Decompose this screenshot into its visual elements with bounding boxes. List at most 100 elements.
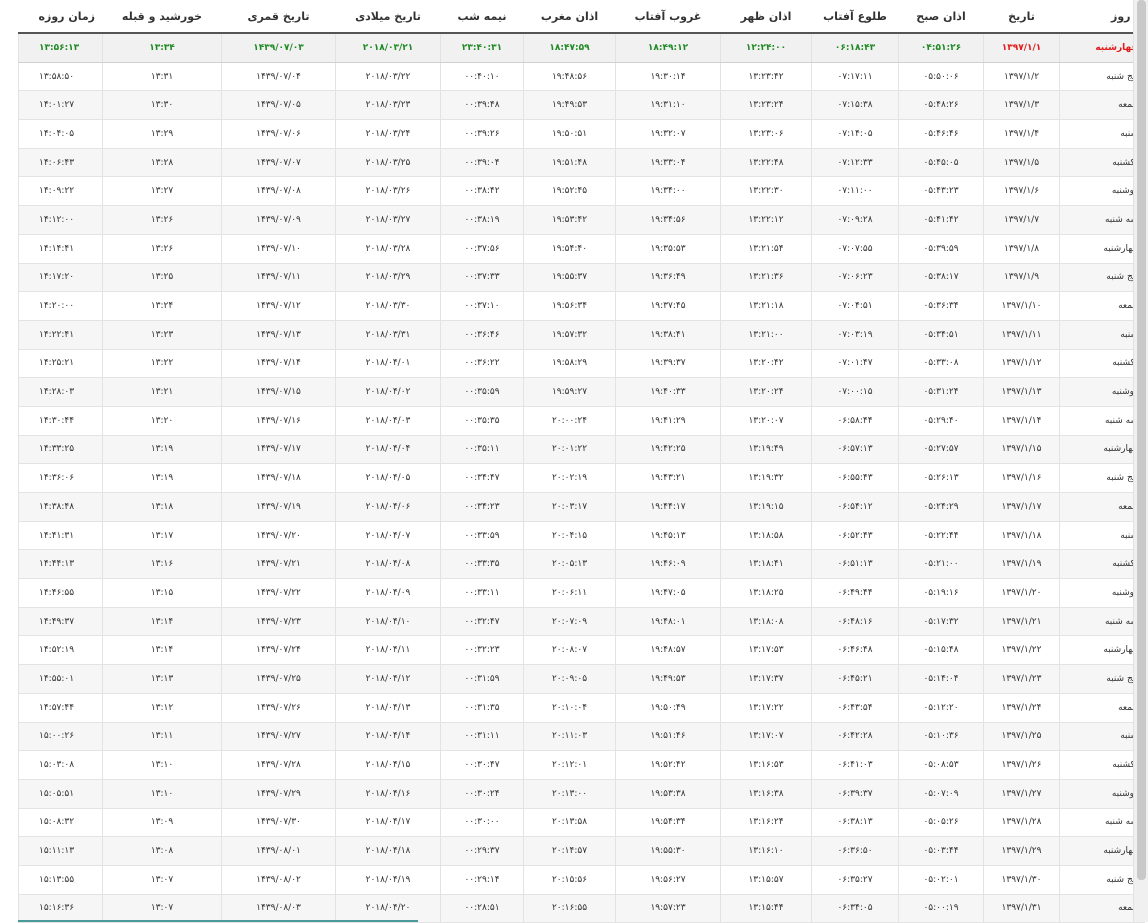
cell-sunrise: ۰۷:۱۵:۳۸	[811, 90, 899, 121]
cell-day: یکشنبه	[1059, 348, 1145, 379]
table-row: جمعه ۱۳۹۷/۱/۱۷ ۰۵:۲۴:۲۹ ۰۶:۵۴:۱۲ ۱۳:۱۹:۱۵ ۱۹:…	[18, 492, 1145, 522]
table-row-today: چهارشنبه ۱۳۹۷/۱/۱ ۰۴:۵۱:۲۶ ۰۶:۱۸:۴۳ ۱۲:۲۴:۰۰…	[18, 32, 1145, 63]
cell-date: ۱۳۹۷/۱/۳۱	[983, 893, 1060, 923]
cell-sun-qibla: ۱۳:۱۵	[102, 578, 222, 608]
cell-hijri: ۱۴۳۹/۰۷/۲۳	[221, 606, 336, 637]
cell-fasting: ۱۳:۵۶:۱۳	[18, 32, 103, 63]
vertical-scrollbar[interactable]	[1133, 0, 1148, 922]
cell-gregorian: ۲۰۱۸/۰۴/۱۶	[335, 778, 441, 809]
cell-gregorian: ۲۰۱۸/۰۳/۲۱	[335, 32, 441, 63]
cell-fajr: ۰۵:۲۴:۲۹	[898, 492, 984, 522]
cell-sunrise: ۰۶:۵۷:۱۳	[811, 434, 899, 465]
cell-maghrib: ۲۰:۰۲:۱۹	[523, 463, 616, 493]
cell-dhuhr: ۱۳:۱۸:۵۸	[720, 520, 812, 551]
cell-fasting: ۱۴:۵۲:۱۹	[18, 635, 103, 666]
cell-fajr: ۰۵:۱۰:۳۶	[898, 721, 984, 752]
cell-hijri: ۱۴۳۹/۰۷/۲۸	[221, 750, 336, 780]
cell-maghrib: ۲۰:۱۴:۵۷	[523, 836, 616, 866]
cell-sunrise: ۰۶:۳۸:۱۳	[811, 807, 899, 838]
cell-midnight: ۰۰:۳۷:۳۳	[440, 262, 524, 293]
cell-dhuhr: ۱۳:۲۰:۰۷	[720, 405, 812, 436]
cell-sunset: ۱۹:۵۷:۲۳	[615, 893, 721, 923]
cell-midnight: ۰۰:۳۴:۲۳	[440, 492, 524, 522]
cell-hijri: ۱۴۳۹/۰۷/۰۹	[221, 205, 336, 235]
cell-day: یکشنبه	[1059, 549, 1145, 580]
cell-gregorian: ۲۰۱۸/۰۳/۳۰	[335, 291, 441, 321]
table-row: چهارشنبه ۱۳۹۷/۱/۱۵ ۰۵:۲۷:۵۷ ۰۶:۵۷:۱۳ ۱۳:۱۹:۴…	[18, 434, 1145, 465]
cell-fasting: ۱۴:۵۷:۴۴	[18, 692, 103, 723]
cell-sun-qibla: ۱۳:۲۷	[102, 176, 222, 207]
cell-midnight: ۰۰:۳۸:۱۹	[440, 205, 524, 235]
cell-midnight: ۰۰:۳۲:۲۳	[440, 635, 524, 666]
cell-sunset: ۱۹:۴۲:۲۵	[615, 434, 721, 465]
cell-hijri: ۱۴۳۹/۰۷/۰۳	[221, 32, 336, 63]
cell-sun-qibla: ۱۳:۰۹	[102, 807, 222, 838]
cell-dhuhr: ۱۳:۱۸:۰۸	[720, 606, 812, 637]
scrollbar-thumb[interactable]	[1137, 0, 1146, 880]
cell-gregorian: ۲۰۱۸/۰۴/۰۵	[335, 463, 441, 493]
cell-maghrib: ۲۰:۱۶:۵۵	[523, 893, 616, 923]
table-row: پنج شنبه ۱۳۹۷/۱/۲۳ ۰۵:۱۴:۰۴ ۰۶:۴۵:۲۱ ۱۳:۱۷:۳…	[18, 664, 1145, 694]
header-date: تاریخ	[983, 0, 1060, 34]
cell-date: ۱۳۹۷/۱/۸	[983, 233, 1060, 264]
cell-dhuhr: ۱۳:۲۱:۵۴	[720, 233, 812, 264]
cell-sunset: ۱۹:۴۱:۲۹	[615, 405, 721, 436]
cell-midnight: ۰۰:۴۰:۱۰	[440, 61, 524, 92]
table-row: جمعه ۱۳۹۷/۱/۳۱ ۰۵:۰۰:۱۹ ۰۶:۳۴:۰۵ ۱۳:۱۵:۴۴ ۱۹:…	[18, 893, 1145, 923]
cell-hijri: ۱۴۳۹/۰۸/۰۲	[221, 864, 336, 895]
cell-dhuhr: ۱۳:۲۲:۳۰	[720, 176, 812, 207]
cell-fasting: ۱۴:۰۱:۲۷	[18, 90, 103, 121]
table-row: دوشنبه ۱۳۹۷/۱/۲۰ ۰۵:۱۹:۱۶ ۰۶:۴۹:۴۴ ۱۳:۱۸:۲۵ ۱…	[18, 578, 1145, 608]
cell-sunset: ۱۹:۴۶:۰۹	[615, 549, 721, 580]
cell-sunset: ۱۹:۳۰:۱۴	[615, 61, 721, 92]
cell-fasting: ۱۴:۱۷:۲۰	[18, 262, 103, 293]
cell-midnight: ۰۰:۳۹:۴۸	[440, 90, 524, 121]
cell-sunrise: ۰۶:۴۲:۲۸	[811, 721, 899, 752]
cell-maghrib: ۲۰:۱۲:۰۱	[523, 750, 616, 780]
cell-fajr: ۰۵:۴۵:۰۵	[898, 147, 984, 178]
cell-gregorian: ۲۰۱۸/۰۳/۲۳	[335, 90, 441, 121]
cell-sunrise: ۰۶:۵۲:۴۳	[811, 520, 899, 551]
cell-maghrib: ۱۹:۵۰:۵۱	[523, 119, 616, 149]
cell-midnight: ۰۰:۳۰:۴۷	[440, 750, 524, 780]
cell-sun-qibla: ۱۳:۰۷	[102, 864, 222, 895]
cell-dhuhr: ۱۳:۱۶:۲۴	[720, 807, 812, 838]
cell-fasting: ۱۴:۰۶:۴۳	[18, 147, 103, 178]
cell-maghrib: ۲۰:۰۸:۰۷	[523, 635, 616, 666]
table-row: شنبه ۱۳۹۷/۱/۱۸ ۰۵:۲۲:۴۴ ۰۶:۵۲:۴۳ ۱۳:۱۸:۵۸ ۱۹:…	[18, 520, 1145, 551]
cell-maghrib: ۲۰:۰۰:۲۴	[523, 405, 616, 436]
cell-date: ۱۳۹۷/۱/۱۱	[983, 319, 1060, 350]
cell-gregorian: ۲۰۱۸/۰۴/۰۴	[335, 434, 441, 465]
cell-fajr: ۰۵:۱۵:۴۸	[898, 635, 984, 666]
cell-midnight: ۰۰:۳۰:۰۰	[440, 807, 524, 838]
table-row: جمعه ۱۳۹۷/۱/۳ ۰۵:۴۸:۲۶ ۰۷:۱۵:۳۸ ۱۳:۲۳:۲۴ ۱۹:۳…	[18, 90, 1145, 121]
cell-hijri: ۱۴۳۹/۰۷/۰۵	[221, 90, 336, 121]
cell-day: یکشنبه	[1059, 750, 1145, 780]
cell-date: ۱۳۹۷/۱/۲۲	[983, 635, 1060, 666]
cell-dhuhr: ۱۳:۲۱:۱۸	[720, 291, 812, 321]
cell-sunrise: ۰۶:۴۳:۵۴	[811, 692, 899, 723]
cell-sunrise: ۰۶:۵۱:۱۳	[811, 549, 899, 580]
cell-sunrise: ۰۶:۵۸:۴۴	[811, 405, 899, 436]
cell-midnight: ۰۰:۳۷:۵۶	[440, 233, 524, 264]
cell-gregorian: ۲۰۱۸/۰۴/۱۴	[335, 721, 441, 752]
cell-dhuhr: ۱۳:۱۷:۵۳	[720, 635, 812, 666]
cell-gregorian: ۲۰۱۸/۰۴/۱۵	[335, 750, 441, 780]
cell-date: ۱۳۹۷/۱/۲۱	[983, 606, 1060, 637]
cell-dhuhr: ۱۳:۲۰:۲۴	[720, 377, 812, 407]
cell-fajr: ۰۵:۱۴:۰۴	[898, 664, 984, 694]
table-row: شنبه ۱۳۹۷/۱/۴ ۰۵:۴۶:۴۶ ۰۷:۱۴:۰۵ ۱۳:۲۳:۰۶ ۱۹:۳…	[18, 119, 1145, 149]
cell-hijri: ۱۴۳۹/۰۷/۲۱	[221, 549, 336, 580]
cell-day: سه شنبه	[1059, 807, 1145, 838]
table-row: پنج شنبه ۱۳۹۷/۱/۳۰ ۰۵:۰۲:۰۱ ۰۶:۳۵:۲۷ ۱۳:۱۵:۵…	[18, 864, 1145, 895]
cell-date: ۱۳۹۷/۱/۳	[983, 90, 1060, 121]
cell-date: ۱۳۹۷/۱/۳۰	[983, 864, 1060, 895]
cell-fasting: ۱۴:۴۹:۳۷	[18, 606, 103, 637]
cell-gregorian: ۲۰۱۸/۰۴/۰۳	[335, 405, 441, 436]
cell-sunset: ۱۹:۴۸:۰۱	[615, 606, 721, 637]
cell-sunset: ۱۹:۵۶:۲۷	[615, 864, 721, 895]
table-row: دوشنبه ۱۳۹۷/۱/۱۳ ۰۵:۳۱:۲۴ ۰۷:۰۰:۱۵ ۱۳:۲۰:۲۴ ۱…	[18, 377, 1145, 407]
cell-hijri: ۱۴۳۹/۰۷/۱۲	[221, 291, 336, 321]
table-row: پنج شنبه ۱۳۹۷/۱/۹ ۰۵:۳۸:۱۷ ۰۷:۰۶:۲۳ ۱۳:۲۱:۳۶…	[18, 262, 1145, 293]
cell-fasting: ۱۴:۳۰:۴۴	[18, 405, 103, 436]
